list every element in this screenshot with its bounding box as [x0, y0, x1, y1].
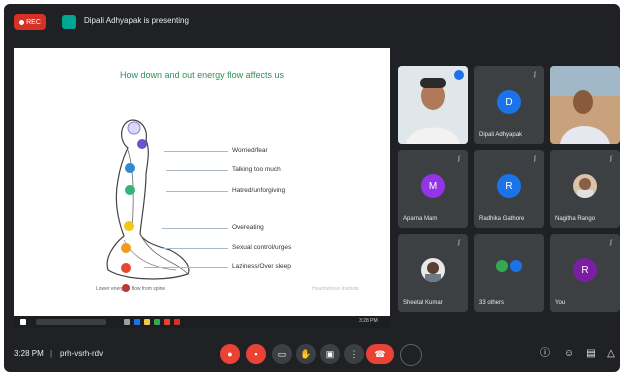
- captions-icon: ▭: [277, 348, 287, 359]
- mic-off-icon: ●: [227, 349, 233, 359]
- camera-toggle-button[interactable]: ▪: [246, 344, 266, 364]
- guide-line: [144, 267, 228, 268]
- slide-point: Laziness/Over sleep: [232, 263, 291, 270]
- meeting-time: 3:28 PM: [14, 349, 44, 358]
- meeting-code: prh-vsrh-rdv: [60, 349, 104, 358]
- more-vert-icon: ⋮: [349, 348, 359, 359]
- participant-name: Radhika Gathore: [479, 216, 525, 222]
- meditating-figure-illustration: [106, 119, 190, 292]
- avatar-photo: [421, 258, 445, 282]
- participant-tile[interactable]: [550, 66, 620, 144]
- participant-name: Aparna Mam: [403, 216, 438, 222]
- record-dot-icon: [19, 19, 25, 25]
- powerpoint-icon: [174, 319, 180, 325]
- presenting-status: Dipali Adhyapak is presenting: [84, 16, 189, 25]
- taskbar-clock: 3:28 PM: [359, 318, 378, 324]
- slide-point: Overeating: [232, 224, 264, 231]
- people-icon: ☺: [563, 348, 575, 359]
- guide-line: [166, 191, 228, 192]
- avatar: [496, 260, 508, 272]
- slide-point: Worried/fear: [232, 147, 268, 154]
- separator: |: [50, 349, 53, 358]
- others-count: 33 others: [479, 300, 505, 306]
- participant-tile[interactable]: [398, 66, 468, 144]
- folder-icon: [144, 319, 150, 325]
- participant-tile[interactable]: 33 others: [474, 234, 544, 312]
- people-button[interactable]: ☺: [562, 347, 576, 361]
- phone-hangup-icon: ☎: [374, 348, 386, 359]
- participant-tile[interactable]: ∫ M Aparna Mam: [398, 150, 468, 228]
- raise-hand-button[interactable]: ✋: [296, 344, 316, 364]
- camera-off-icon: ▪: [254, 349, 258, 359]
- top-bar: REC Dipali Adhyapak is presenting: [4, 4, 620, 40]
- participant-tile[interactable]: ∫ Sheetal Kumar: [398, 234, 468, 312]
- present-icon: ▣: [325, 348, 335, 359]
- rec-label: REC: [26, 18, 41, 26]
- hand-icon: ✋: [300, 348, 312, 359]
- more-options-button[interactable]: ⋮: [344, 344, 364, 364]
- chat-button[interactable]: ▤: [584, 347, 598, 361]
- info-button[interactable]: ⓘ: [538, 347, 552, 361]
- participant-tile[interactable]: ∫ D Dipali Adhyapak: [474, 66, 544, 144]
- recording-badge: REC: [14, 14, 46, 30]
- shared-taskbar: 3:28 PM: [14, 316, 390, 328]
- edge-icon: [134, 319, 140, 325]
- extra-control-button[interactable]: [400, 344, 422, 366]
- captions-button[interactable]: ▭: [272, 344, 292, 364]
- mic-off-icon: ∫: [610, 240, 612, 246]
- info-icon: ⓘ: [540, 348, 550, 359]
- taskview-icon: [124, 319, 130, 325]
- shared-screen: How down and out energy flow affects us …: [14, 48, 390, 316]
- avatar: R: [573, 258, 597, 282]
- bottom-bar: 3:28 PM | prh-vsrh-rdv ● ▪ ▭ ✋ ▣ ⋮ ☎ ⓘ ☺…: [4, 336, 620, 372]
- guide-line: [162, 228, 228, 229]
- windows-icon: [20, 319, 26, 325]
- speaking-indicator-icon: [454, 70, 464, 80]
- avatar: D: [497, 90, 521, 114]
- mic-off-icon: ∫: [458, 156, 460, 162]
- participant-tile-self[interactable]: ∫ R You: [550, 234, 620, 312]
- activities-button[interactable]: △: [604, 347, 618, 361]
- activities-icon: △: [607, 348, 615, 359]
- mic-off-icon: ∫: [534, 72, 536, 78]
- leave-call-button[interactable]: ☎: [366, 344, 394, 364]
- participant-name: You: [555, 300, 566, 306]
- taskbar-search-box: [36, 319, 106, 325]
- avatar: [510, 260, 522, 272]
- slide-title: How down and out energy flow affects us: [120, 70, 284, 80]
- participant-name: Sheetal Kumar: [403, 300, 443, 306]
- present-button[interactable]: ▣: [320, 344, 340, 364]
- figure-caption: Lower energies flow from spine: [96, 286, 166, 292]
- avatar: R: [497, 174, 521, 198]
- chrome-icon: [154, 319, 160, 325]
- app-icon: [164, 319, 170, 325]
- avatar: M: [421, 174, 445, 198]
- participant-name: Nagitha Rango: [555, 216, 596, 222]
- mic-off-icon: ∫: [610, 156, 612, 162]
- guide-line: [162, 248, 228, 249]
- present-screen-icon: [62, 15, 76, 29]
- mic-off-icon: ∫: [534, 156, 536, 162]
- guide-line: [164, 151, 228, 152]
- slide-watermark: Heartfulness Institute: [312, 286, 359, 292]
- mic-off-icon: ∫: [458, 240, 460, 246]
- mic-toggle-button[interactable]: ●: [220, 344, 240, 364]
- slide-point: Sexual control/urges: [232, 244, 292, 251]
- meet-window: REC Dipali Adhyapak is presenting How do…: [4, 4, 620, 372]
- participant-tile[interactable]: ∫ Nagitha Rango: [550, 150, 620, 228]
- slide-point: Hatred/unforgiving: [232, 187, 286, 194]
- chat-icon: ▤: [586, 348, 596, 359]
- guide-line: [166, 170, 228, 171]
- participant-name: Dipali Adhyapak: [479, 132, 523, 138]
- avatar-photo: [573, 174, 597, 198]
- participant-video: [550, 66, 620, 144]
- slide-point: Talking too much: [232, 166, 281, 173]
- participant-tile[interactable]: ∫ R Radhika Gathore: [474, 150, 544, 228]
